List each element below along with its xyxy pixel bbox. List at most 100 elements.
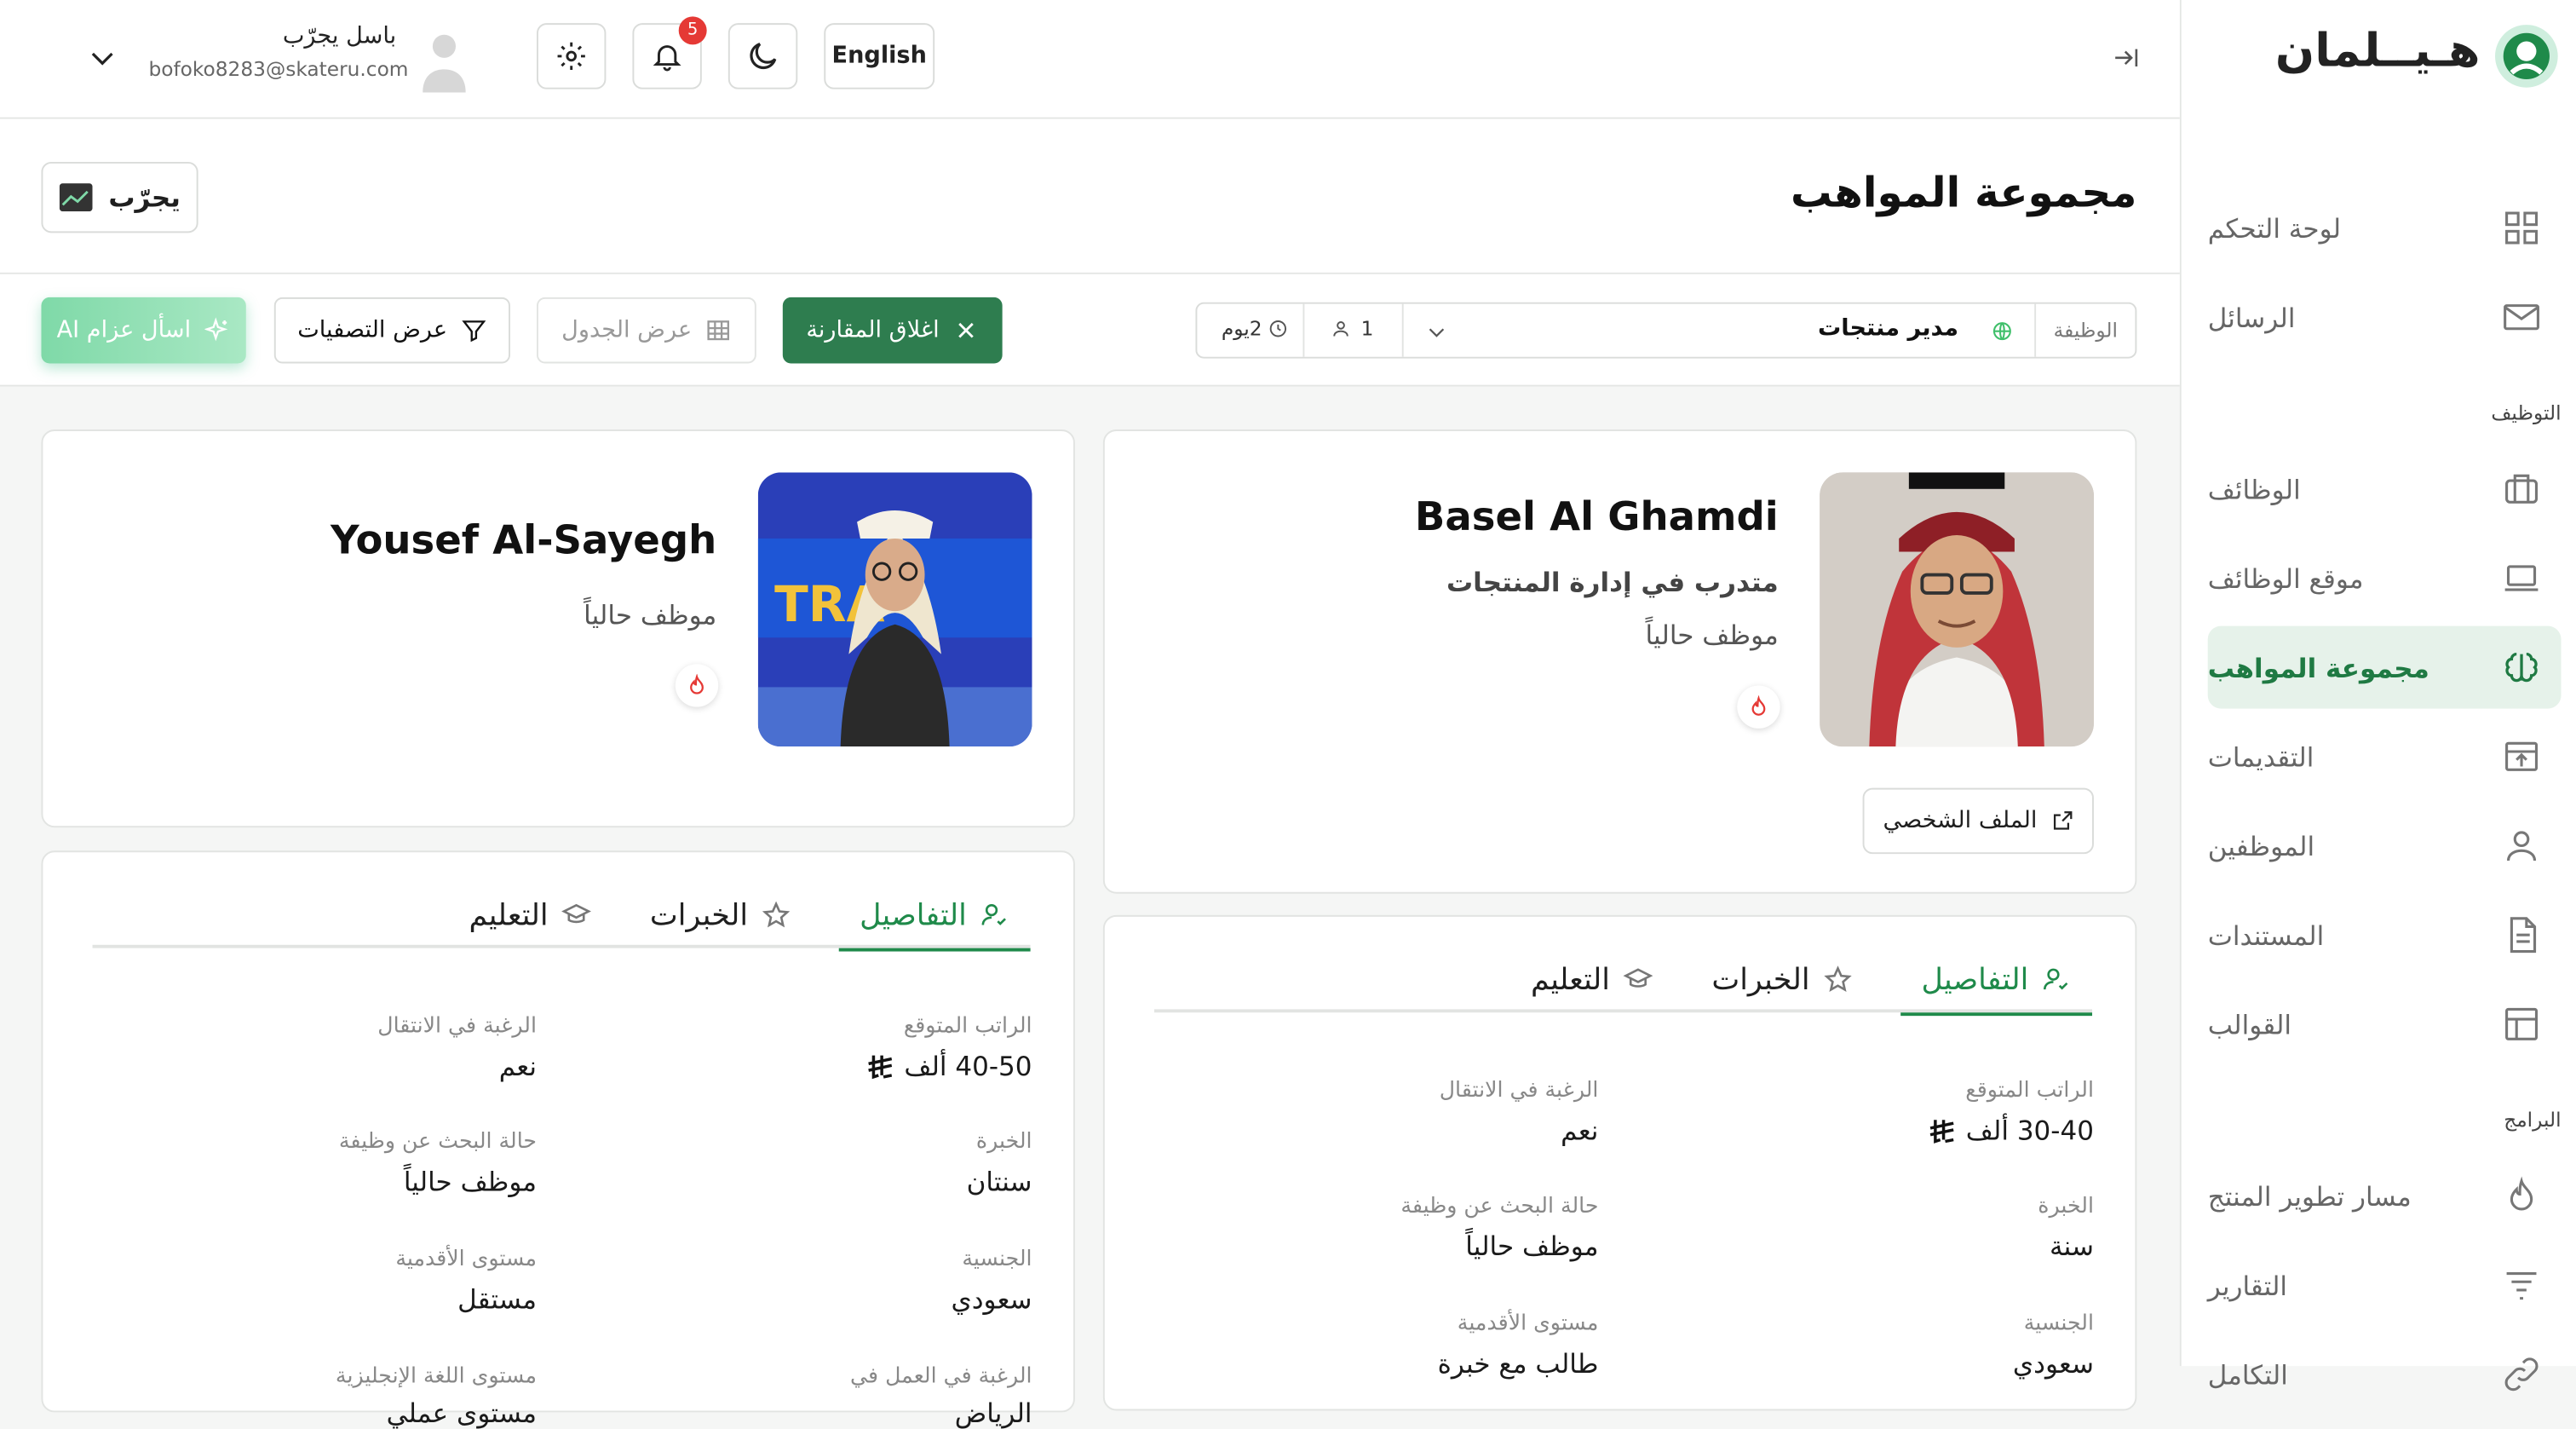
moon-icon xyxy=(750,43,777,70)
sidebar-item-integration[interactable]: التكامل xyxy=(2208,1333,2562,1415)
page-title: مجموعة المواهب xyxy=(1790,168,2137,216)
top-bar: English 5 باسل يجرّب bofoko8283@skateru.… xyxy=(0,0,2180,119)
table-view-button[interactable]: عرض الجدول xyxy=(536,297,756,364)
globe-icon xyxy=(1992,322,2011,341)
field-label: الجنسية xyxy=(962,1247,1032,1272)
sidebar: هـيــلمان لوحة التحكم الرسائل التوظيف ال… xyxy=(2179,0,2576,1392)
sidebar-item-label: لوحة التحكم xyxy=(2207,212,2342,244)
sidebar-item-product-track[interactable]: مسار تطوير المنتج xyxy=(2208,1155,2562,1237)
page-header: مجموعة المواهب يجرّب xyxy=(0,118,2180,274)
tab-education[interactable]: التعليم xyxy=(1531,947,1653,1013)
user-icon xyxy=(2506,831,2537,861)
user-name: باسل يجرّب xyxy=(282,23,397,50)
job-age-value: 2يوم xyxy=(1221,317,1262,341)
tab-education[interactable]: التعليم xyxy=(469,882,591,948)
sidebar-item-reports[interactable]: التقارير xyxy=(2208,1244,2562,1327)
tab-label: التفاصيل xyxy=(1921,962,2029,997)
profile-button[interactable]: الملف الشخصي xyxy=(1862,787,2094,855)
field-label: مستوى الأقدمية xyxy=(395,1247,537,1272)
sidebar-item-employees[interactable]: الموظفين xyxy=(2208,804,2562,887)
sidebar-item-jobs-site[interactable]: موقع الوظائف xyxy=(2208,537,2562,619)
sidebar-item-talent-pool[interactable]: مجموعة المواهب xyxy=(2207,625,2562,709)
theme-toggle-button[interactable] xyxy=(727,23,798,89)
collapse-sidebar-icon[interactable] xyxy=(2110,43,2140,72)
field-value: موظف حالياً xyxy=(1465,1230,1599,1262)
table-view-label: عرض الجدول xyxy=(561,317,693,344)
report-icon xyxy=(2506,1272,2537,1300)
sidebar-item-label: مجموعة المواهب xyxy=(2207,651,2429,683)
bell-icon xyxy=(653,45,681,72)
close-compare-label: اغلاق المقارنة xyxy=(806,317,940,344)
table-icon xyxy=(707,320,729,341)
tab-details[interactable]: التفاصيل xyxy=(1900,947,2093,1017)
tab-label: التعليم xyxy=(469,897,549,933)
details-tabs: التفاصيل الخبرات التعليم xyxy=(92,882,1031,952)
chevron-down-icon[interactable] xyxy=(86,41,119,74)
inbox-upload-icon xyxy=(2505,741,2539,771)
user-check-icon xyxy=(982,903,1007,925)
sidebar-item-label: موقع الوظائف xyxy=(2207,562,2364,594)
field-label: الرغبة في العمل في xyxy=(850,1364,1032,1390)
language-button[interactable]: English xyxy=(824,23,935,89)
divider xyxy=(1401,303,1404,357)
field-value: سنتان xyxy=(966,1166,1032,1198)
external-link-icon xyxy=(2053,811,2072,830)
sidebar-item-applications[interactable]: التقديمات xyxy=(2208,715,2562,798)
user-check-icon xyxy=(2044,968,2069,990)
link-icon xyxy=(2504,1357,2539,1392)
company-switch-button[interactable]: يجرّب xyxy=(41,161,198,233)
ask-ai-label: اسأل عزام AI xyxy=(56,317,192,344)
candidate-card: Basel Al Ghamdi متدرب في إدارة المنتجات … xyxy=(1102,429,2137,894)
riyal-icon xyxy=(1929,1119,1953,1143)
sidebar-item-templates[interactable]: القوالب xyxy=(2208,982,2562,1065)
hot-candidate-badge xyxy=(1737,685,1780,729)
sidebar-item-documents[interactable]: المستندات xyxy=(2208,894,2562,977)
divider xyxy=(1302,303,1305,357)
star-icon xyxy=(762,901,791,928)
sidebar-item-dashboard[interactable]: لوحة التحكم xyxy=(2208,187,2562,269)
notification-badge: 5 xyxy=(678,16,707,45)
sidebar-item-label: التقديمات xyxy=(2207,740,2314,773)
expected-salary: 40-50 ألف xyxy=(904,1050,1032,1082)
job-selector[interactable]: الوظيفة مدير منتجات 1 2يوم xyxy=(1195,302,2137,359)
field-label: مستوى اللغة الإنجليزية xyxy=(335,1364,537,1390)
sidebar-item-jobs[interactable]: الوظائف xyxy=(2208,447,2562,530)
tab-experience[interactable]: الخبرات xyxy=(1711,947,1853,1013)
chevron-down-icon[interactable] xyxy=(1425,320,1448,343)
settings-button[interactable] xyxy=(536,23,607,89)
sidebar-item-label: مسار تطوير المنتج xyxy=(2207,1180,2412,1212)
tab-details[interactable]: التفاصيل xyxy=(838,882,1031,952)
tab-experience[interactable]: الخبرات xyxy=(650,882,791,948)
riyal-icon xyxy=(867,1054,892,1079)
flame-icon xyxy=(1751,695,1766,716)
gear-icon xyxy=(557,42,585,71)
field-label: الجنسية xyxy=(2023,1311,2094,1337)
sidebar-item-label: التقارير xyxy=(2207,1269,2288,1301)
sidebar-item-messages[interactable]: الرسائل xyxy=(2208,276,2562,359)
candidate-details-card: التفاصيل الخبرات التعليم الراتب المتوقع … xyxy=(41,850,1075,1429)
tab-label: الخبرات xyxy=(649,897,749,933)
details-tabs: التفاصيل الخبرات التعليم xyxy=(1153,947,2093,1017)
star-icon xyxy=(1824,965,1852,993)
user-email: bofoko8283@skateru.com xyxy=(148,57,409,81)
candidate-card: TRA Yousef Al-Sayegh موظف حالياً xyxy=(41,429,1075,828)
field-label: الخبرة xyxy=(2038,1194,2094,1219)
job-age: 2يوم xyxy=(1207,317,1302,340)
field-value: الرياض xyxy=(954,1397,1032,1429)
candidate-photo xyxy=(1820,472,2094,747)
tab-label: التعليم xyxy=(1530,962,1610,997)
ask-ai-button[interactable]: اسأل عزام AI xyxy=(41,297,246,364)
field-label: الرغبة في الانتقال xyxy=(377,1014,537,1040)
field-value: سنة xyxy=(2049,1230,2094,1262)
brand-logo-text: هـيــلمان xyxy=(2274,23,2481,78)
mail-icon xyxy=(2504,304,2539,331)
document-icon xyxy=(2510,917,2537,954)
avatar[interactable] xyxy=(419,30,469,93)
show-filters-button[interactable]: عرض التصفيات xyxy=(273,297,510,364)
field-value: مستوى عملي xyxy=(386,1397,537,1429)
hot-candidate-badge xyxy=(675,664,719,707)
field-label: الراتب المتوقع xyxy=(903,1014,1032,1040)
brain-icon xyxy=(2505,652,2538,683)
close-compare-button[interactable]: اغلاق المقارنة xyxy=(782,297,1003,364)
candidate-portrait-image: TRA xyxy=(757,472,1032,747)
